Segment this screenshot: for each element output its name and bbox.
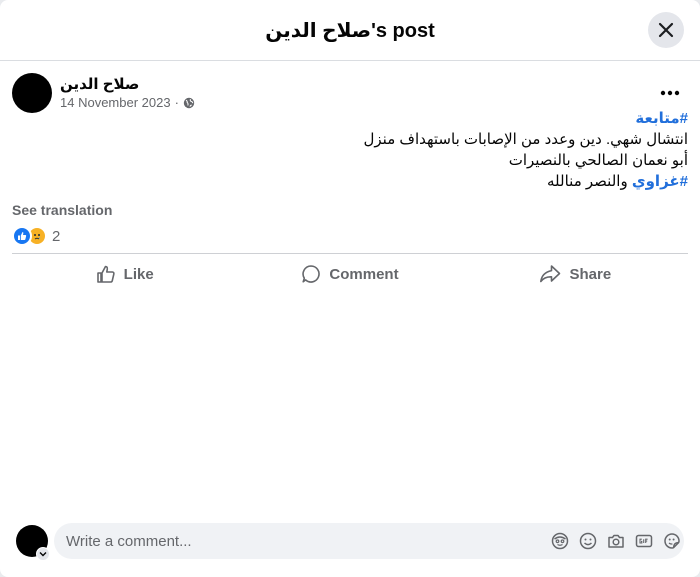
- post-text: #متابعة انتشال شهي. دين وعدد من الإصابات…: [12, 108, 689, 192]
- like-reaction-icon: [12, 226, 32, 246]
- camera-icon: [608, 534, 624, 548]
- avatar-sticker-icon: [551, 532, 569, 550]
- chevron-down-icon[interactable]: [36, 547, 50, 561]
- share-label: Share: [569, 265, 612, 283]
- close-icon: [658, 22, 674, 38]
- share-arrow-icon: [540, 265, 561, 283]
- hashtag-link[interactable]: #غزاوي: [632, 173, 688, 190]
- comment-button[interactable]: Comment: [237, 257, 462, 291]
- comment-composer: [16, 523, 686, 561]
- emoji-button[interactable]: [578, 531, 598, 551]
- like-button[interactable]: Like: [12, 257, 237, 291]
- author-avatar[interactable]: [12, 73, 52, 113]
- post-text-fragment: والنصر منالله: [547, 173, 628, 190]
- post-header: صلاح الدين 14 November 2023 ·: [12, 73, 688, 113]
- camera-button[interactable]: [606, 531, 626, 551]
- post-dialog: صلاح الدين's post صلاح الدين 14 November…: [0, 0, 700, 577]
- like-label: Like: [123, 265, 154, 283]
- emoji-icon: [579, 532, 597, 550]
- divider: [12, 253, 688, 254]
- comment-label: Comment: [329, 265, 399, 283]
- see-translation-link[interactable]: See translation: [12, 202, 112, 218]
- avatar-sticker-button[interactable]: [550, 531, 570, 551]
- post-text-line: #غزاوي والنصر منالله: [12, 171, 688, 192]
- dialog-title: صلاح الدين's post: [265, 20, 435, 42]
- more-icon: [660, 90, 680, 96]
- post-text-line: أبو نعمان الصالحي بالنصيرات: [508, 152, 688, 169]
- dialog-header: صلاح الدين's post: [0, 0, 700, 61]
- close-button[interactable]: [648, 12, 684, 48]
- post-actions: Like Comment Share: [12, 257, 688, 291]
- reactions-summary[interactable]: 2: [12, 226, 60, 246]
- comment-bubble-icon: [302, 265, 321, 283]
- reaction-count[interactable]: 2: [52, 228, 60, 245]
- comment-tools: [550, 531, 682, 551]
- hashtag-link[interactable]: #متابعة: [12, 108, 688, 129]
- sticker-button[interactable]: [662, 531, 682, 551]
- share-button[interactable]: Share: [463, 257, 688, 291]
- globe-icon[interactable]: [183, 97, 195, 109]
- more-options-button[interactable]: [652, 75, 688, 111]
- thumbs-up-icon: [96, 265, 115, 283]
- gif-icon: [635, 534, 653, 548]
- sticker-icon: [664, 533, 680, 549]
- post-text-line: انتشال شهي. دين وعدد من الإصابات باستهدا…: [363, 131, 689, 148]
- gif-button[interactable]: [634, 531, 654, 551]
- author-name[interactable]: صلاح الدين: [60, 75, 139, 93]
